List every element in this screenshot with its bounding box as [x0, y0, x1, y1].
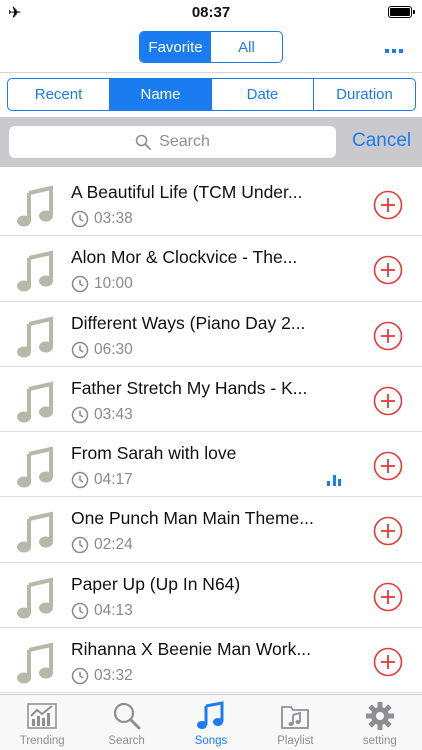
tab-bar: Trending Search Songs Playlist setting — [0, 694, 422, 750]
search-input[interactable]: Search — [9, 126, 336, 158]
song-title: Father Stretch My Hands - K... — [71, 377, 308, 398]
tab-label: Songs — [194, 735, 228, 747]
toggle-favorite[interactable]: Favorite — [140, 32, 211, 62]
song-row[interactable]: Alon Mor & Clockvice - The... 10:00 — [0, 236, 422, 302]
add-to-playlist-button[interactable] — [373, 321, 403, 351]
song-title: Rihanna X Beenie Man Work... — [71, 639, 311, 660]
song-title: Alon Mor & Clockvice - The... — [71, 247, 298, 268]
cancel-button[interactable]: Cancel — [352, 130, 411, 152]
clock-icon — [71, 667, 89, 685]
tab-label: setting — [362, 735, 397, 747]
playlist-folder-icon — [281, 706, 310, 729]
song-row[interactable]: Different Ways (Piano Day 2... 06:30 — [0, 302, 422, 367]
song-duration: 03:38 — [94, 210, 133, 227]
song-duration: 04:13 — [94, 601, 133, 619]
tab-playlist[interactable]: Playlist — [253, 695, 337, 750]
sort-recent[interactable]: Recent — [8, 79, 110, 110]
song-duration: 02:24 — [94, 536, 133, 554]
music-note-icon — [16, 642, 54, 684]
clock-icon — [71, 406, 89, 424]
song-duration: 03:32 — [94, 667, 133, 685]
clock-icon — [71, 341, 89, 359]
music-note-icon — [16, 381, 54, 423]
song-title: From Sarah with love — [71, 443, 237, 464]
add-to-playlist-button[interactable] — [373, 647, 403, 677]
status-bar: ✈ 08:37 — [0, 0, 422, 24]
add-to-playlist-button[interactable] — [373, 190, 403, 220]
search-placeholder: Search — [159, 133, 210, 150]
tab-search[interactable]: Search — [84, 695, 168, 750]
song-row[interactable]: Rihanna X Beenie Man Work... 03:32 — [0, 628, 422, 694]
song-title: One Punch Man Main Theme... — [71, 508, 314, 529]
now-playing-icon — [327, 475, 341, 487]
search-icon — [135, 134, 152, 150]
song-row[interactable]: From Sarah with love 04:17 — [0, 432, 422, 498]
song-row[interactable]: Paper Up (Up In N64) 04:13 — [0, 563, 422, 629]
song-row[interactable]: Father Stretch My Hands - K... 03:43 — [0, 367, 422, 433]
clock-icon — [71, 536, 89, 554]
song-title: Paper Up (Up In N64) — [71, 573, 241, 594]
music-note-icon — [16, 316, 54, 358]
tab-label: Trending — [19, 735, 65, 747]
gear-icon — [365, 702, 394, 730]
tab-songs[interactable]: Songs — [169, 695, 253, 750]
toggle-all[interactable]: All — [211, 32, 282, 62]
favorite-all-toggle: Favorite All — [139, 31, 283, 63]
add-to-playlist-button[interactable] — [373, 451, 403, 481]
clock-icon — [71, 210, 89, 228]
song-duration: 03:43 — [94, 405, 133, 423]
song-duration: 10:00 — [94, 275, 133, 293]
tab-label: Search — [108, 735, 145, 747]
add-to-playlist-button[interactable] — [373, 386, 403, 416]
song-duration: 04:17 — [94, 471, 133, 489]
search-bar: Search Cancel — [0, 117, 422, 167]
song-list: A Beautiful Life (TCM Under... 03:38 Alon … — [0, 171, 422, 694]
sort-duration[interactable]: Duration — [314, 79, 415, 110]
song-row[interactable]: A Beautiful Life (TCM Under... 03:38 — [0, 171, 422, 237]
status-time: 08:37 — [191, 4, 231, 21]
sort-date[interactable]: Date — [212, 79, 314, 110]
clock-icon — [71, 602, 89, 620]
search-icon — [113, 702, 141, 730]
chart-icon — [27, 703, 57, 729]
more-options-icon[interactable] — [385, 45, 403, 53]
song-row[interactable]: One Punch Man Main Theme... 02:24 — [0, 497, 422, 563]
music-note-icon — [16, 511, 54, 553]
song-title: A Beautiful Life (TCM Under... — [71, 182, 303, 202]
song-title: Different Ways (Piano Day 2... — [71, 312, 306, 333]
tab-label: Playlist — [277, 735, 314, 747]
clock-icon — [71, 471, 89, 489]
add-to-playlist-button[interactable] — [373, 516, 403, 546]
sort-segmented-control: Recent Name Date Duration — [7, 78, 416, 111]
tab-setting[interactable]: setting — [338, 695, 422, 750]
divider — [0, 72, 422, 73]
song-duration: 06:30 — [94, 340, 133, 358]
tab-trending[interactable]: Trending — [0, 695, 84, 750]
add-to-playlist-button[interactable] — [373, 255, 403, 285]
music-note-icon — [16, 250, 54, 292]
music-note-icon — [197, 701, 224, 729]
sort-name[interactable]: Name — [110, 79, 212, 110]
music-note-icon — [16, 577, 54, 619]
add-to-playlist-button[interactable] — [373, 582, 403, 612]
battery-icon — [388, 6, 415, 18]
clock-icon — [71, 275, 89, 293]
music-note-icon — [16, 446, 54, 488]
music-note-icon — [16, 185, 54, 227]
